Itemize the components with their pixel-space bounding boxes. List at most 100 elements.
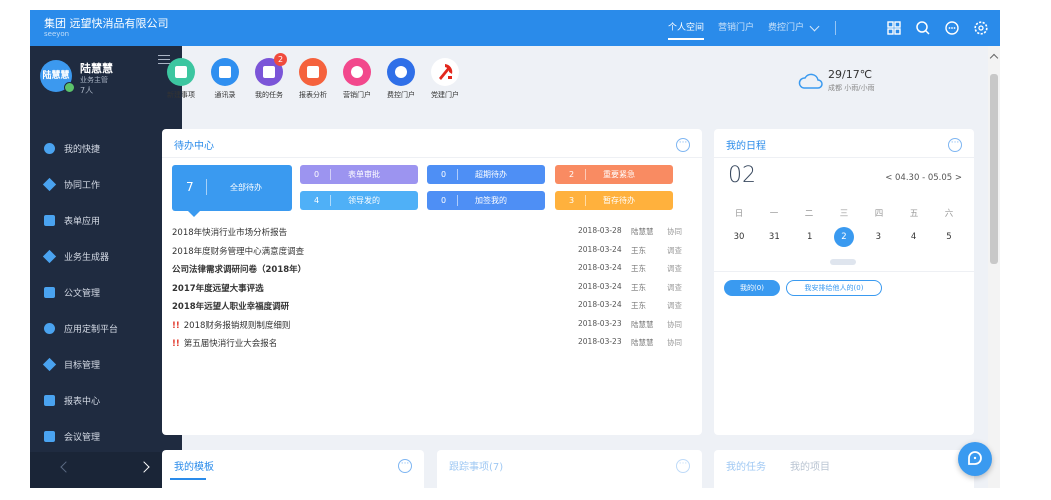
chevron-right-icon[interactable] bbox=[138, 461, 150, 473]
tab-my-projects[interactable]: 我的项目 bbox=[790, 458, 830, 473]
chevron-left-icon[interactable] bbox=[60, 461, 72, 473]
sidebar-item-generator[interactable]: 业务生成器 bbox=[30, 238, 182, 274]
tracking-title[interactable]: 跟踪事项(7) bbox=[449, 458, 503, 473]
user-profile[interactable]: 陆慧慧 陆慧慧 业务主管 7人 bbox=[30, 46, 182, 108]
todo-row-title[interactable]: 2018年远望人职业幸福度调研 bbox=[172, 300, 289, 312]
todo-row[interactable]: !! 第五届快消行业大会报名 2018-03-23 陆慧慧 协同 bbox=[172, 334, 692, 353]
settings-icon[interactable] bbox=[972, 19, 990, 37]
quick-label: 营销门户 bbox=[343, 91, 371, 99]
chip-overdue[interactable]: 0 超期待办 bbox=[427, 165, 545, 184]
todo-row-date: 2018-03-24 bbox=[578, 244, 622, 254]
chip-count: 0 bbox=[314, 170, 320, 179]
page-scrollbar[interactable] bbox=[988, 46, 1000, 488]
todo-more-icon[interactable] bbox=[676, 137, 690, 152]
calendar-date[interactable]: 4 bbox=[903, 232, 925, 247]
message-icon[interactable] bbox=[943, 19, 961, 37]
scroll-thumb[interactable] bbox=[990, 74, 998, 264]
calendar-weekday: 五 bbox=[909, 209, 919, 219]
quick-my-tasks[interactable]: 2 我的任务 bbox=[249, 53, 289, 100]
sidebar-item-label: 应用定制平台 bbox=[64, 324, 119, 335]
sidebar-item-platform[interactable]: 应用定制平台 bbox=[30, 310, 182, 346]
brand[interactable]: 集团 远望快消品有限公司 seeyon bbox=[44, 17, 169, 39]
quick-expense-portal[interactable]: 费控门户 bbox=[381, 58, 421, 100]
todo-row[interactable]: 2018年远望人职业幸福度调研 2018-03-24 王东 调查 bbox=[172, 297, 692, 316]
form-icon bbox=[44, 214, 55, 226]
todo-row-type: 协同 bbox=[667, 227, 682, 236]
todo-title-text: 2017年度远望大事评选 bbox=[172, 283, 264, 294]
calendar-weekday: 日 bbox=[734, 209, 744, 219]
sidebar-item-collaboration[interactable]: 协同工作 bbox=[30, 166, 182, 202]
quick-party-portal[interactable]: 党建门户 bbox=[425, 58, 465, 100]
sidebar-item-documents[interactable]: 公文管理 bbox=[30, 274, 182, 310]
top-nav-marketing-portal[interactable]: 营销门户 bbox=[718, 21, 754, 40]
calendar-weekday: 四 bbox=[874, 209, 884, 219]
help-fab-button[interactable] bbox=[958, 442, 992, 476]
search-icon[interactable] bbox=[914, 19, 932, 37]
sidebar-item-forms[interactable]: 表单应用 bbox=[30, 202, 182, 238]
calendar-date[interactable]: 31 bbox=[763, 232, 785, 247]
sidebar-item-label: 会议管理 bbox=[64, 432, 101, 443]
top-nav-personal-space[interactable]: 个人空间 bbox=[667, 21, 704, 40]
todo-row[interactable]: 2017年度远望大事评选 2018-03-24 王东 调查 bbox=[172, 279, 692, 298]
calendar-date-today[interactable]: 2 bbox=[833, 227, 854, 247]
chip-form-approval[interactable]: 0 表单审批 bbox=[300, 165, 418, 184]
todo-row-title[interactable]: 2018年快消行业市场分析报告 bbox=[172, 226, 287, 238]
todo-row-type: 调查 bbox=[667, 282, 682, 292]
calendar-weekdays: 日一二三四五六 bbox=[728, 207, 960, 219]
calendar-current-day: 02 bbox=[728, 163, 756, 188]
tab-underline bbox=[170, 478, 206, 480]
divider bbox=[585, 195, 586, 206]
calendar-week-range[interactable]: < 04.30 - 05.05 > bbox=[885, 173, 962, 183]
chip-drafts[interactable]: 3 暂存待办 bbox=[555, 191, 673, 210]
quick-marketing-portal[interactable]: 营销门户 bbox=[337, 58, 377, 100]
todo-title-text: 2018年远望人职业幸福度调研 bbox=[172, 302, 290, 312]
todo-row[interactable]: !! 2018财务报销规则制度细则 2018-03-23 陆慧慧 协同 bbox=[172, 316, 692, 335]
quick-label: 新建事项 bbox=[167, 91, 195, 99]
template-more-icon[interactable] bbox=[398, 458, 412, 473]
schedule-card: 我的日程 02 < 04.30 - 05.05 > 日 一 二 三 四 五 六 30 31 12… bbox=[714, 129, 974, 435]
divider bbox=[714, 157, 974, 158]
assigned-to-others-button[interactable]: 我安排给他人的(0) bbox=[786, 280, 882, 296]
todo-row-title[interactable]: 公司法律需求调研问卷（2018年） bbox=[172, 263, 306, 275]
tab-all-todos[interactable]: 7 全部待办 bbox=[172, 165, 292, 217]
todo-row[interactable]: 公司法律需求调研问卷（2018年） 2018-03-24 王东 调查 bbox=[172, 260, 692, 279]
todo-row-title[interactable]: !! 2018财务报销规则制度细则 bbox=[172, 319, 290, 331]
todo-row-title[interactable]: 2018年度财务管理中心满意度调查 bbox=[172, 245, 304, 257]
todo-row-title[interactable]: !! 第五届快消行业大会报名 bbox=[172, 337, 277, 349]
grid-icon[interactable] bbox=[885, 19, 903, 37]
chip-from-leader[interactable]: 4 领导发的 bbox=[300, 191, 418, 210]
sidebar-item-label: 协同工作 bbox=[64, 180, 101, 191]
chip-urgent[interactable]: 2 重要紧急 bbox=[555, 165, 673, 184]
collaboration-icon bbox=[42, 177, 57, 191]
todo-row-sender: 陆慧慧 bbox=[631, 319, 654, 329]
calendar-date[interactable]: 5 bbox=[938, 232, 960, 247]
sidebar-item-meetings[interactable]: 会议管理 bbox=[30, 418, 182, 454]
calendar-toggle-handle[interactable] bbox=[830, 259, 856, 265]
top-nav-more-chevron-icon[interactable] bbox=[809, 21, 820, 32]
sidebar-item-shortcuts[interactable]: 我的快捷 bbox=[30, 130, 182, 166]
calendar-date[interactable]: 30 bbox=[728, 232, 750, 247]
contacts-icon bbox=[211, 58, 239, 86]
quick-new-item[interactable]: 新建事项 bbox=[161, 58, 201, 100]
todo-row-type: 调查 bbox=[667, 301, 682, 310]
calendar-date[interactable]: 3 bbox=[867, 232, 889, 247]
scroll-up-arrow-icon[interactable] bbox=[989, 53, 999, 63]
quick-report-analysis[interactable]: 报表分析 bbox=[293, 58, 333, 100]
top-nav-expense-portal[interactable]: 费控门户 bbox=[768, 21, 804, 40]
sidebar-item-targets[interactable]: 目标管理 bbox=[30, 346, 182, 382]
calendar-weekday: 三 bbox=[839, 209, 849, 219]
tracking-more-icon[interactable] bbox=[676, 458, 690, 473]
quick-contacts[interactable]: 通讯录 bbox=[205, 58, 245, 100]
my-schedule-button[interactable]: 我的(0) bbox=[724, 280, 780, 296]
todo-row[interactable]: 2018年度财务管理中心满意度调查 2018-03-24 王东 调查 bbox=[172, 242, 692, 261]
chip-countersign[interactable]: 0 加签我的 bbox=[427, 191, 545, 210]
tab-my-tasks[interactable]: 我的任务 bbox=[726, 458, 766, 473]
template-title[interactable]: 我的模板 bbox=[174, 458, 214, 473]
todo-row-title[interactable]: 2017年度远望大事评选 bbox=[172, 282, 264, 294]
todo-list: 2018年快消行业市场分析报告 2018-03-28 陆慧慧 协同 2018年度财务管理… bbox=[172, 223, 692, 353]
todo-row[interactable]: 2018年快消行业市场分析报告 2018-03-28 陆慧慧 协同 bbox=[172, 223, 692, 242]
sidebar-item-reports[interactable]: 报表中心 bbox=[30, 382, 182, 418]
calendar-date[interactable]: 1 bbox=[799, 232, 821, 247]
template-card: 我的模板 bbox=[162, 450, 424, 488]
schedule-more-icon[interactable] bbox=[948, 137, 962, 152]
